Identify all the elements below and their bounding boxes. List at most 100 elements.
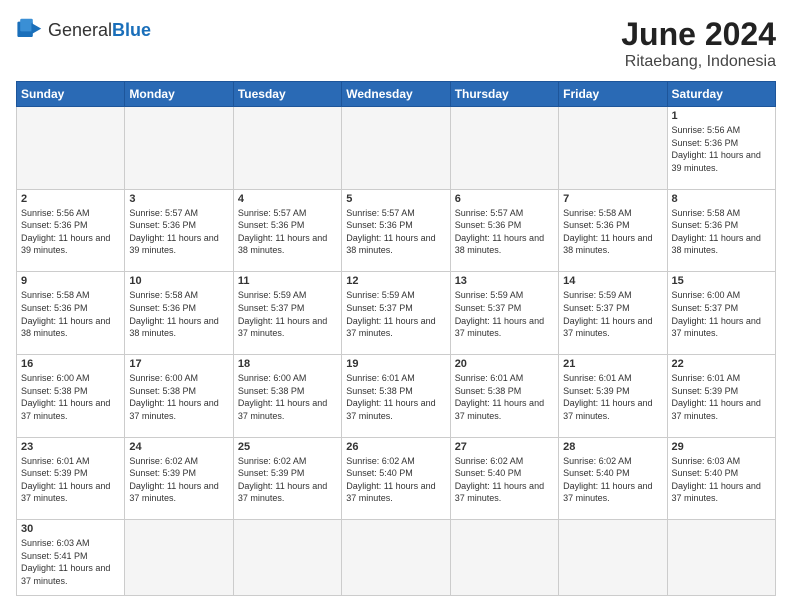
day-info: Sunrise: 5:57 AM Sunset: 5:36 PM Dayligh… <box>238 207 337 257</box>
day-info: Sunrise: 6:00 AM Sunset: 5:38 PM Dayligh… <box>238 372 337 422</box>
day-info: Sunrise: 6:01 AM Sunset: 5:39 PM Dayligh… <box>563 372 662 422</box>
day-number: 9 <box>21 275 120 287</box>
day-number: 30 <box>21 523 120 535</box>
day-number: 5 <box>346 193 445 205</box>
calendar-cell: 25 Sunrise: 6:02 AM Sunset: 5:39 PM Dayli… <box>233 437 341 520</box>
day-info: Sunrise: 5:56 AM Sunset: 5:36 PM Dayligh… <box>21 207 120 257</box>
day-number: 29 <box>672 441 771 453</box>
day-number: 25 <box>238 441 337 453</box>
day-number: 10 <box>129 275 228 287</box>
calendar-cell <box>559 520 667 596</box>
calendar-title: June 2024 <box>621 16 776 53</box>
day-info: Sunrise: 6:02 AM Sunset: 5:40 PM Dayligh… <box>563 455 662 505</box>
day-number: 23 <box>21 441 120 453</box>
calendar-cell: 27 Sunrise: 6:02 AM Sunset: 5:40 PM Dayli… <box>450 437 558 520</box>
header-friday: Friday <box>559 82 667 107</box>
calendar-cell: 17Sunrise: 6:00 AM Sunset: 5:38 PM Dayli… <box>125 354 233 437</box>
day-number: 26 <box>346 441 445 453</box>
day-number: 14 <box>563 275 662 287</box>
header-monday: Monday <box>125 82 233 107</box>
calendar-cell: 30 Sunrise: 6:03 AM Sunset: 5:41 PM Dayli… <box>17 520 125 596</box>
day-info: Sunrise: 6:02 AM Sunset: 5:39 PM Dayligh… <box>238 455 337 505</box>
day-info: Sunrise: 5:58 AM Sunset: 5:36 PM Dayligh… <box>129 289 228 339</box>
calendar-cell: 28 Sunrise: 6:02 AM Sunset: 5:40 PM Dayli… <box>559 437 667 520</box>
header-tuesday: Tuesday <box>233 82 341 107</box>
day-info: Sunrise: 5:58 AM Sunset: 5:36 PM Dayligh… <box>563 207 662 257</box>
day-number: 2 <box>21 193 120 205</box>
calendar-cell <box>667 520 775 596</box>
day-number: 3 <box>129 193 228 205</box>
calendar-cell: 15 Sunrise: 6:00 AM Sunset: 5:37 PM Dayli… <box>667 272 775 355</box>
day-info: Sunrise: 6:01 AM Sunset: 5:39 PM Dayligh… <box>672 372 771 422</box>
calendar-cell: 11 Sunrise: 5:59 AM Sunset: 5:37 PM Dayli… <box>233 272 341 355</box>
day-number: 20 <box>455 358 554 370</box>
calendar-week-0: 1Sunrise: 5:56 AM Sunset: 5:36 PM Daylig… <box>17 107 776 190</box>
day-number: 7 <box>563 193 662 205</box>
weekday-header-row: Sunday Monday Tuesday Wednesday Thursday… <box>17 82 776 107</box>
calendar-cell: 14Sunrise: 5:59 AM Sunset: 5:37 PM Dayli… <box>559 272 667 355</box>
calendar-cell <box>559 107 667 190</box>
calendar-cell <box>342 107 450 190</box>
header: GeneralBlue June 2024 Ritaebang, Indones… <box>16 16 776 71</box>
calendar-cell: 10 Sunrise: 5:58 AM Sunset: 5:36 PM Dayli… <box>125 272 233 355</box>
day-number: 12 <box>346 275 445 287</box>
day-info: Sunrise: 6:03 AM Sunset: 5:41 PM Dayligh… <box>21 537 120 587</box>
calendar-cell <box>17 107 125 190</box>
calendar-cell: 22 Sunrise: 6:01 AM Sunset: 5:39 PM Dayli… <box>667 354 775 437</box>
day-info: Sunrise: 5:57 AM Sunset: 5:36 PM Dayligh… <box>455 207 554 257</box>
calendar-cell <box>450 107 558 190</box>
day-info: Sunrise: 6:01 AM Sunset: 5:38 PM Dayligh… <box>455 372 554 422</box>
calendar-week-4: 23Sunrise: 6:01 AM Sunset: 5:39 PM Dayli… <box>17 437 776 520</box>
calendar-cell <box>125 107 233 190</box>
page: GeneralBlue June 2024 Ritaebang, Indones… <box>0 0 792 612</box>
day-info: Sunrise: 5:56 AM Sunset: 5:36 PM Dayligh… <box>672 124 771 174</box>
calendar-cell: 16 Sunrise: 6:00 AM Sunset: 5:38 PM Dayli… <box>17 354 125 437</box>
header-wednesday: Wednesday <box>342 82 450 107</box>
calendar-week-5: 30 Sunrise: 6:03 AM Sunset: 5:41 PM Dayli… <box>17 520 776 596</box>
calendar-cell: 26 Sunrise: 6:02 AM Sunset: 5:40 PM Dayli… <box>342 437 450 520</box>
calendar-cell <box>125 520 233 596</box>
calendar-cell: 13Sunrise: 5:59 AM Sunset: 5:37 PM Dayli… <box>450 272 558 355</box>
logo: GeneralBlue <box>16 16 151 44</box>
calendar-cell <box>450 520 558 596</box>
day-number: 27 <box>455 441 554 453</box>
day-number: 16 <box>21 358 120 370</box>
day-number: 11 <box>238 275 337 287</box>
calendar-cell: 12 Sunrise: 5:59 AM Sunset: 5:37 PM Dayli… <box>342 272 450 355</box>
day-info: Sunrise: 6:00 AM Sunset: 5:37 PM Dayligh… <box>672 289 771 339</box>
calendar-cell <box>342 520 450 596</box>
calendar-cell: 19Sunrise: 6:01 AM Sunset: 5:38 PM Dayli… <box>342 354 450 437</box>
header-sunday: Sunday <box>17 82 125 107</box>
day-number: 22 <box>672 358 771 370</box>
day-number: 4 <box>238 193 337 205</box>
calendar-cell: 18 Sunrise: 6:00 AM Sunset: 5:38 PM Dayli… <box>233 354 341 437</box>
calendar-cell: 24 Sunrise: 6:02 AM Sunset: 5:39 PM Dayli… <box>125 437 233 520</box>
day-number: 13 <box>455 275 554 287</box>
day-info: Sunrise: 6:01 AM Sunset: 5:38 PM Dayligh… <box>346 372 445 422</box>
calendar-cell: 1Sunrise: 5:56 AM Sunset: 5:36 PM Daylig… <box>667 107 775 190</box>
day-number: 17 <box>129 358 228 370</box>
day-number: 28 <box>563 441 662 453</box>
logo-icon <box>16 16 44 44</box>
day-info: Sunrise: 6:00 AM Sunset: 5:38 PM Dayligh… <box>21 372 120 422</box>
calendar-table: Sunday Monday Tuesday Wednesday Thursday… <box>16 81 776 596</box>
day-info: Sunrise: 5:59 AM Sunset: 5:37 PM Dayligh… <box>238 289 337 339</box>
day-info: Sunrise: 5:58 AM Sunset: 5:36 PM Dayligh… <box>672 207 771 257</box>
calendar-cell: 9Sunrise: 5:58 AM Sunset: 5:36 PM Daylig… <box>17 272 125 355</box>
day-info: Sunrise: 6:03 AM Sunset: 5:40 PM Dayligh… <box>672 455 771 505</box>
day-info: Sunrise: 6:02 AM Sunset: 5:40 PM Dayligh… <box>346 455 445 505</box>
day-info: Sunrise: 5:59 AM Sunset: 5:37 PM Dayligh… <box>346 289 445 339</box>
calendar-cell: 20 Sunrise: 6:01 AM Sunset: 5:38 PM Dayli… <box>450 354 558 437</box>
calendar-cell: 21Sunrise: 6:01 AM Sunset: 5:39 PM Dayli… <box>559 354 667 437</box>
calendar-cell: 5Sunrise: 5:57 AM Sunset: 5:36 PM Daylig… <box>342 189 450 272</box>
calendar-week-2: 9 Sunrise: 5:58 AM Sunset: 5:36 PM Daylig… <box>17 272 776 355</box>
day-number: 24 <box>129 441 228 453</box>
day-info: Sunrise: 6:02 AM Sunset: 5:40 PM Dayligh… <box>455 455 554 505</box>
calendar-cell: 6Sunrise: 5:57 AM Sunset: 5:36 PM Daylig… <box>450 189 558 272</box>
calendar-cell: 29 Sunrise: 6:03 AM Sunset: 5:40 PM Dayli… <box>667 437 775 520</box>
day-number: 18 <box>238 358 337 370</box>
calendar-week-3: 16 Sunrise: 6:00 AM Sunset: 5:38 PM Dayli… <box>17 354 776 437</box>
day-number: 15 <box>672 275 771 287</box>
calendar-cell: 2 Sunrise: 5:56 AM Sunset: 5:36 PM Daylig… <box>17 189 125 272</box>
day-info: Sunrise: 6:02 AM Sunset: 5:39 PM Dayligh… <box>129 455 228 505</box>
